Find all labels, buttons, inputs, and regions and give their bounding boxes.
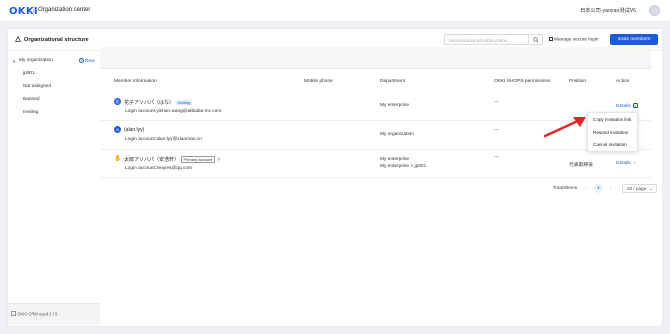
department-value: My enterprise (380, 103, 410, 108)
member-name: 花子アソバパ（はな） Inviting (124, 100, 192, 106)
inviting-badge: Inviting (176, 100, 192, 105)
chevron-right-icon: › (633, 161, 636, 166)
annotation-arrow-icon (543, 117, 586, 138)
page-button-current[interactable]: 1 (594, 184, 603, 193)
row-divider (100, 177, 651, 178)
member-avatar-icon: a (114, 126, 121, 133)
login-account: Login account:zeayes@qq.com (125, 166, 193, 171)
structure-icon (14, 35, 22, 44)
invite-members-button[interactable]: Invite members (610, 34, 658, 45)
chevron-down-icon: ⌄ (649, 186, 654, 191)
chevron-down-icon[interactable]: ▼ (12, 59, 16, 64)
details-link[interactable]: Details › (616, 161, 635, 166)
search-icon[interactable] (529, 34, 543, 45)
shops-permission-value: --- (494, 128, 499, 133)
page-size-select[interactable]: 20 / page ⌄ (622, 184, 657, 193)
member-search-input[interactable]: Name/nickname/mobile phone… (444, 34, 529, 45)
shops-permission-value: --- (494, 100, 499, 105)
member-name: 太郎アソバパ（安浩轩） Primary account ⚲ (124, 156, 221, 163)
menu-item-resend-invitation[interactable]: Resend invitation (593, 130, 628, 135)
sidebar-item-jp001[interactable]: jp001 (23, 71, 35, 76)
login-account: Login account:yishan.wang@alibaba-inc.co… (125, 109, 222, 114)
sidebar-item-my-organization[interactable]: My organization (19, 58, 53, 63)
member-avatar-icon: 花 (114, 98, 121, 105)
department-value-sub: My enterprise > jp001 (380, 164, 427, 169)
department-value: My organization (380, 132, 414, 137)
app-title: Organization center (38, 7, 91, 13)
menu-item-cancel-invitation[interactable]: Cancel invitation (593, 142, 627, 147)
table-header (100, 47, 651, 69)
plus-icon: + (79, 58, 84, 63)
total-items: Total3items (553, 186, 578, 191)
invitation-actions-menu: Copy invitation link Resend invitation C… (587, 112, 638, 152)
column-department: Department (380, 79, 406, 84)
sidebar-item-not-assigned[interactable]: Not assigned (23, 84, 51, 89)
manage-secure-login-link[interactable]: Manage secure login (549, 37, 599, 43)
secure-login-icon (549, 37, 553, 41)
key-icon: ⚲ (216, 157, 221, 163)
menu-item-copy-invitation-link[interactable]: Copy invitation link (593, 117, 631, 122)
company-name[interactable]: 日本公司-yaoyao测试V6 (580, 7, 636, 14)
column-okki-shops-permissions: OKKI SHOPS permissions (494, 79, 551, 84)
shops-permission-value: --- (494, 155, 499, 160)
sidebar-item-banned[interactable]: Banned (23, 97, 40, 102)
org-sidebar: ▼ My organization + New jp001 Not assigne… (8, 52, 102, 327)
column-member-information: Member information (114, 79, 157, 84)
details-link[interactable]: Details ▾ (616, 103, 638, 109)
column-position: Position (569, 79, 587, 84)
user-avatar[interactable] (649, 5, 660, 16)
more-actions-icon[interactable]: ▾ (632, 103, 638, 108)
column-mobile-phone: Mobile phone (304, 79, 333, 84)
new-department-button[interactable]: + New (79, 58, 95, 64)
position-value: 代表取締役 (569, 163, 593, 168)
next-page-icon[interactable]: › (610, 186, 612, 191)
prev-page-icon[interactable]: ‹ (585, 186, 587, 191)
logo-divider (33, 6, 34, 16)
structure-title: Organizational structure (24, 37, 89, 43)
top-bar: OKKI Organization center 日本公司-yaoyao测试V6 (0, 0, 670, 22)
hand-icon: ✋ (114, 156, 122, 162)
department-value: My enterprise (380, 157, 410, 162)
column-action: Action (616, 79, 630, 84)
primary-account-badge: Primary account (181, 156, 215, 163)
crm-icon (11, 311, 16, 316)
crm-usage-text: OKKI CRM used 2 / 5 (11, 311, 57, 317)
crm-usage-panel: OKKI CRM used 2 / 5 (8, 303, 100, 325)
sidebar-item-inviting[interactable]: Inviting (23, 110, 38, 115)
member-name: (alan.lyy) (124, 127, 145, 133)
login-account: Login account:alan.lyy@xiaoman.cn (125, 137, 202, 142)
row-divider (100, 149, 651, 150)
